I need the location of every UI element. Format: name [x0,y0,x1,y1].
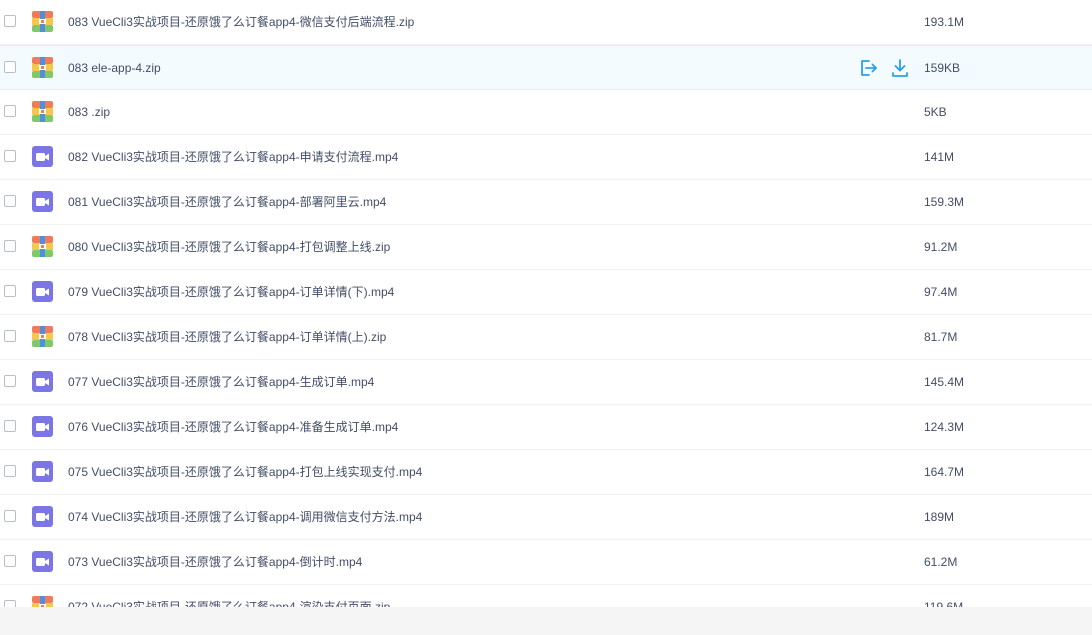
video-file-icon [32,461,53,482]
file-name[interactable]: 083 ele-app-4.zip [68,60,161,76]
file-size: 119.6M [924,600,964,607]
file-row[interactable]: 083 ele-app-4.zip 159KB [0,45,1092,90]
file-name[interactable]: 079 VueCli3实战项目-还原饿了么订餐app4-订单详情(下).mp4 [68,284,394,300]
row-checkbox[interactable] [4,375,16,387]
file-row[interactable]: 073 VueCli3实战项目-还原饿了么订餐app4-倒计时.mp4 61.2… [0,540,1092,585]
file-row[interactable]: 082 VueCli3实战项目-还原饿了么订餐app4-申请支付流程.mp4 1… [0,135,1092,180]
video-file-icon [32,146,53,167]
file-size: 164.7M [924,465,965,479]
file-size: 159.3M [924,195,965,209]
file-row[interactable]: 080 VueCli3实战项目-还原饿了么订餐app4-打包调整上线.zip 9… [0,225,1092,270]
download-icon[interactable] [890,58,910,78]
video-file-icon [32,506,53,527]
zip-file-icon [32,11,53,32]
file-size: 124.3M [924,420,965,434]
row-checkbox[interactable] [4,61,16,73]
file-name[interactable]: 078 VueCli3实战项目-还原饿了么订餐app4-订单详情(上).zip [68,329,386,345]
file-name[interactable]: 072 VueCli3实战项目-还原饿了么订餐app4-渲染支付页面.zip [68,599,390,607]
file-row[interactable]: 074 VueCli3实战项目-还原饿了么订餐app4-调用微信支付方法.mp4… [0,495,1092,540]
row-checkbox[interactable] [4,150,16,162]
file-row[interactable]: 077 VueCli3实战项目-还原饿了么订餐app4-生成订单.mp4 145… [0,360,1092,405]
file-size: 5KB [924,105,947,119]
file-size: 141M [924,150,955,164]
row-checkbox[interactable] [4,330,16,342]
video-file-icon [32,416,53,437]
file-size: 81.7M [924,330,958,344]
open-icon[interactable] [858,58,878,78]
file-name[interactable]: 075 VueCli3实战项目-还原饿了么订餐app4-打包上线实现支付.mp4 [68,464,422,480]
file-size: 61.2M [924,555,958,569]
file-size: 145.4M [924,375,965,389]
file-size: 189M [924,510,955,524]
file-row[interactable]: 083 VueCli3实战项目-还原饿了么订餐app4-微信支付后端流程.zip… [0,0,1092,45]
file-name[interactable]: 083 VueCli3实战项目-还原饿了么订餐app4-微信支付后端流程.zip [68,14,414,30]
zip-file-icon [32,596,53,607]
file-name[interactable]: 082 VueCli3实战项目-还原饿了么订餐app4-申请支付流程.mp4 [68,149,398,165]
file-row[interactable]: 072 VueCli3实战项目-还原饿了么订餐app4-渲染支付页面.zip 1… [0,585,1092,607]
file-row[interactable]: 083 .zip 5KB [0,90,1092,135]
row-checkbox[interactable] [4,420,16,432]
file-name[interactable]: 076 VueCli3实战项目-还原饿了么订餐app4-准备生成订单.mp4 [68,419,398,435]
file-list: 083 VueCli3实战项目-还原饿了么订餐app4-微信支付后端流程.zip… [0,0,1092,607]
row-checkbox[interactable] [4,105,16,117]
file-row[interactable]: 075 VueCli3实战项目-还原饿了么订餐app4-打包上线实现支付.mp4… [0,450,1092,495]
file-name[interactable]: 081 VueCli3实战项目-还原饿了么订餐app4-部署阿里云.mp4 [68,194,386,210]
file-size: 91.2M [924,240,958,254]
file-name[interactable]: 074 VueCli3实战项目-还原饿了么订餐app4-调用微信支付方法.mp4 [68,509,422,525]
video-file-icon [32,551,53,572]
video-file-icon [32,281,53,302]
file-row[interactable]: 076 VueCli3实战项目-还原饿了么订餐app4-准备生成订单.mp4 1… [0,405,1092,450]
file-size: 97.4M [924,285,958,299]
video-file-icon [32,371,53,392]
file-row[interactable]: 079 VueCli3实战项目-还原饿了么订餐app4-订单详情(下).mp4 … [0,270,1092,315]
zip-file-icon [32,101,53,122]
file-name[interactable]: 077 VueCli3实战项目-还原饿了么订餐app4-生成订单.mp4 [68,374,374,390]
row-actions [858,58,910,78]
row-checkbox[interactable] [4,195,16,207]
row-checkbox[interactable] [4,555,16,567]
file-size: 159KB [924,61,961,75]
row-checkbox[interactable] [4,15,16,27]
file-name[interactable]: 073 VueCli3实战项目-还原饿了么订餐app4-倒计时.mp4 [68,554,362,570]
row-checkbox[interactable] [4,240,16,252]
file-row[interactable]: 081 VueCli3实战项目-还原饿了么订餐app4-部署阿里云.mp4 15… [0,180,1092,225]
video-file-icon [32,191,53,212]
file-size: 193.1M [924,15,965,29]
row-checkbox[interactable] [4,285,16,297]
file-name[interactable]: 083 .zip [68,104,110,120]
zip-file-icon [32,57,53,78]
file-row[interactable]: 078 VueCli3实战项目-还原饿了么订餐app4-订单详情(上).zip … [0,315,1092,360]
row-checkbox[interactable] [4,465,16,477]
zip-file-icon [32,326,53,347]
file-name[interactable]: 080 VueCli3实战项目-还原饿了么订餐app4-打包调整上线.zip [68,239,390,255]
row-checkbox[interactable] [4,510,16,522]
zip-file-icon [32,236,53,257]
row-checkbox[interactable] [4,600,16,607]
